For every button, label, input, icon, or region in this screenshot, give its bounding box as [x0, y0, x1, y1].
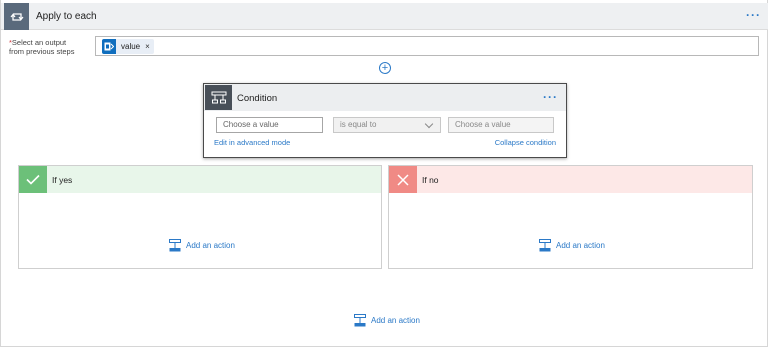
add-action-button[interactable]: Add an action — [354, 314, 420, 327]
select-output-label: *Select an output from previous steps — [9, 38, 74, 56]
select-output-label-line2: from previous steps — [9, 47, 75, 56]
if-yes-add-action-button[interactable]: Add an action — [169, 239, 235, 252]
operator-value: is equal to — [340, 120, 377, 129]
select-output-label-line1: Select an output — [11, 38, 67, 47]
condition-right-value-input[interactable]: Choose a value — [448, 117, 554, 133]
add-action-icon — [539, 239, 551, 252]
more-icon[interactable]: ··· — [746, 9, 761, 21]
check-icon — [19, 166, 47, 193]
if-no-branch: If no — [388, 165, 753, 269]
condition-title: Condition — [237, 93, 278, 104]
chevron-down-icon — [424, 119, 434, 129]
edit-advanced-mode-link[interactable]: Edit in advanced mode — [214, 138, 290, 147]
add-action-label: Add an action — [371, 316, 420, 325]
condition-card: Condition ··· Choose a value is equal to… — [203, 83, 567, 158]
collapse-condition-link[interactable]: Collapse condition — [495, 138, 556, 147]
add-action-label: Add an action — [186, 241, 235, 250]
select-output-input[interactable]: value × — [95, 36, 759, 56]
outlook-icon — [102, 39, 116, 54]
more-icon[interactable]: ··· — [543, 91, 558, 103]
add-action-icon — [354, 314, 366, 327]
apply-to-each-container: Apply to each ··· *Select an output from… — [0, 0, 768, 347]
apply-to-each-header[interactable]: Apply to each ··· — [1, 3, 768, 30]
token-label: value — [121, 42, 141, 51]
if-yes-header[interactable]: If yes — [19, 166, 381, 193]
token-remove-icon[interactable]: × — [145, 42, 150, 51]
value-token[interactable]: value × — [102, 39, 154, 54]
condition-header[interactable]: Condition ··· — [204, 84, 566, 111]
apply-to-each-title: Apply to each — [36, 11, 97, 22]
condition-operator-select[interactable]: is equal to — [333, 117, 441, 133]
condition-left-value-input[interactable]: Choose a value — [216, 117, 323, 133]
if-no-add-action-button[interactable]: Add an action — [539, 239, 605, 252]
if-no-header[interactable]: If no — [389, 166, 752, 193]
loop-icon — [4, 3, 29, 30]
plus-icon[interactable]: + — [379, 62, 391, 74]
if-yes-branch: If yes — [18, 165, 382, 269]
add-action-label: Add an action — [556, 241, 605, 250]
condition-icon — [205, 85, 232, 110]
if-yes-title: If yes — [52, 175, 73, 185]
close-icon — [389, 166, 417, 193]
add-action-icon — [169, 239, 181, 252]
if-no-title: If no — [422, 175, 439, 185]
